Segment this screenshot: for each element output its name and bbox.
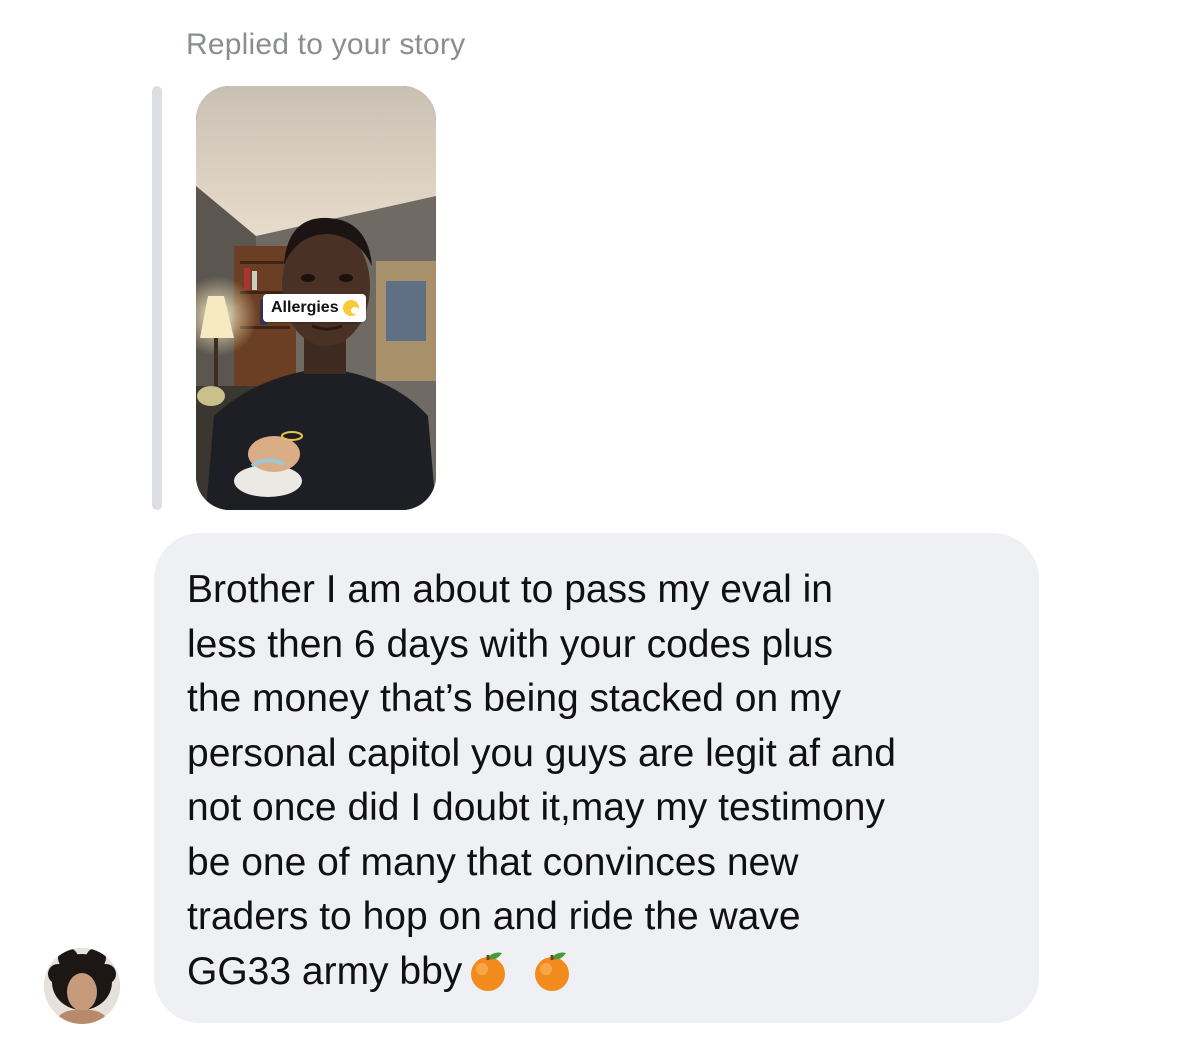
story-sticker: Allergies bbox=[263, 294, 366, 322]
tangerine-icon bbox=[471, 952, 506, 991]
story-quote-bar bbox=[152, 86, 162, 510]
message-text: Brother I am about to pass my eval in le… bbox=[187, 568, 896, 993]
avatar[interactable] bbox=[44, 948, 120, 1024]
reply-header: Replied to your story bbox=[186, 28, 466, 61]
sticker-label: Allergies bbox=[271, 299, 339, 316]
message-bubble[interactable]: Brother I am about to pass my eval in le… bbox=[154, 533, 1039, 1023]
sneezing-face-icon bbox=[342, 300, 359, 316]
tangerine-icon bbox=[535, 952, 570, 991]
